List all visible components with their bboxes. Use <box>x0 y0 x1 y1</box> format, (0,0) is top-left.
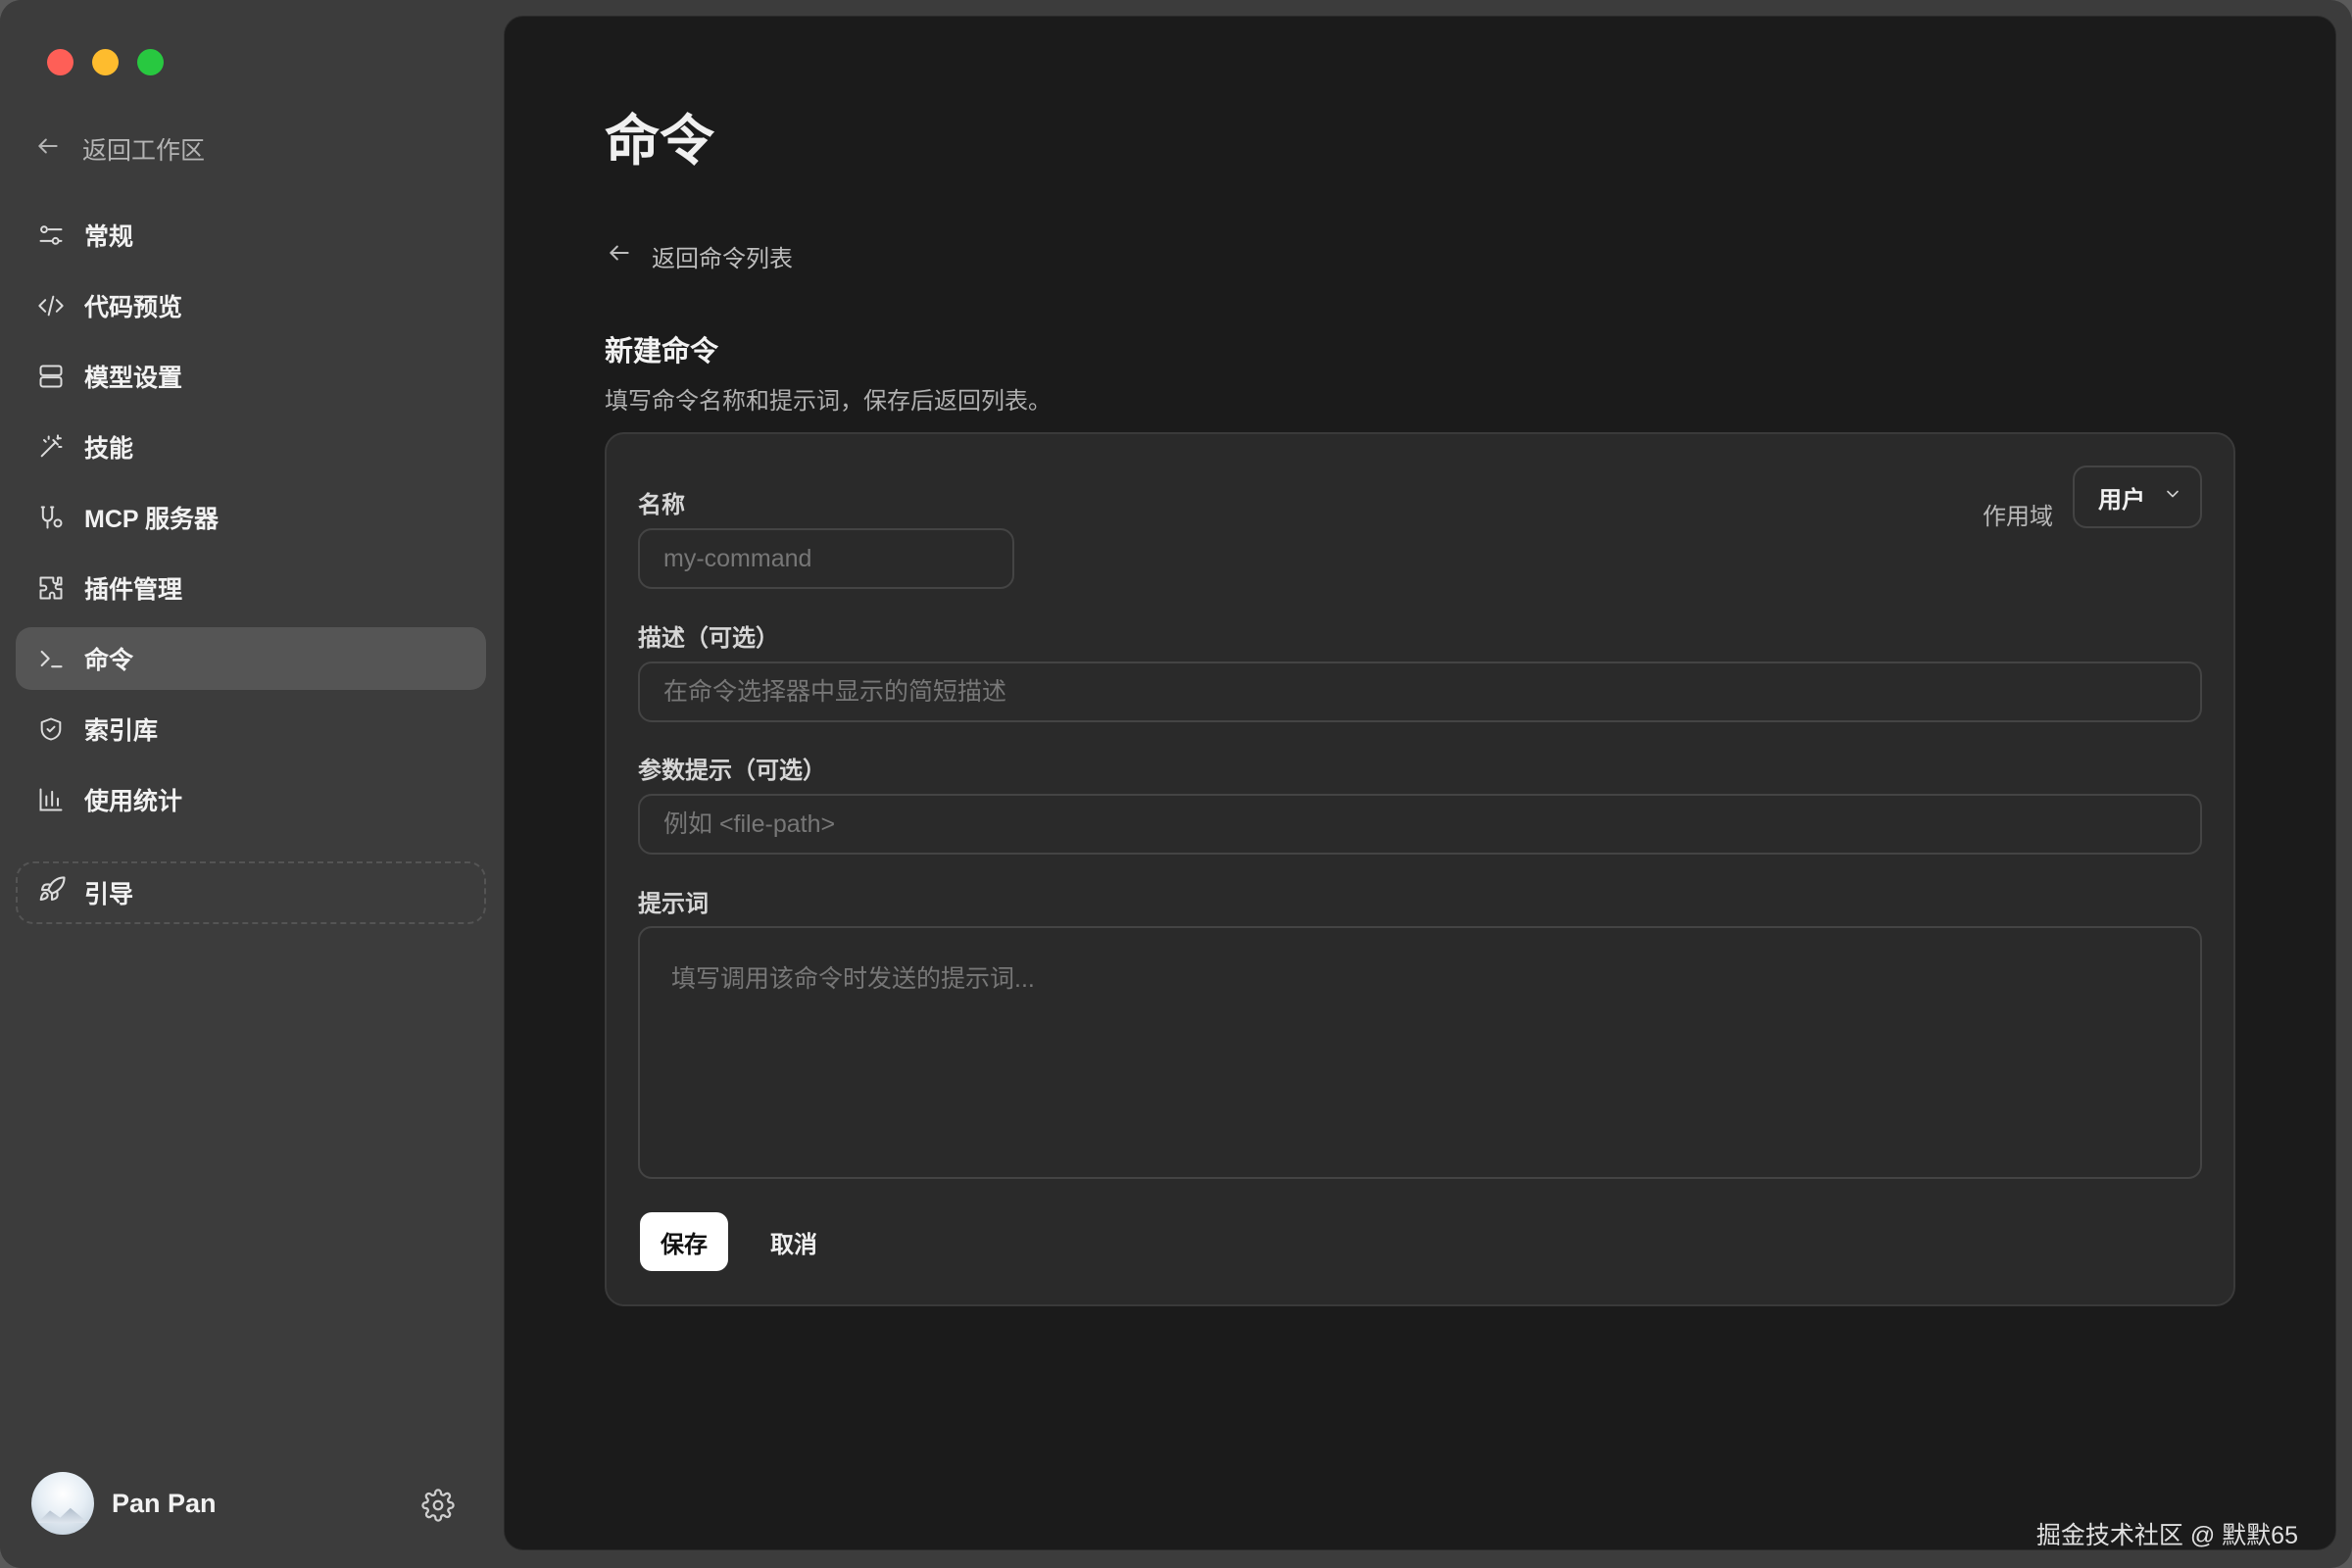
sidebar-item-label: MCP 服务器 <box>84 506 220 533</box>
sidebar-item-label: 代码预览 <box>84 294 183 321</box>
arrow-left-icon <box>607 240 632 272</box>
description-label: 描述（可选） <box>638 625 779 652</box>
avatar <box>31 1472 94 1535</box>
close-window-button[interactable] <box>47 49 74 75</box>
app-window: 返回工作区 常规 代码预览 模型设置 技能 MCP 服务器 插件管理 命令 索引… <box>0 0 2352 1568</box>
settings-button[interactable] <box>421 1489 455 1522</box>
sidebar-item-label: 技能 <box>84 435 134 463</box>
sidebar-item-general[interactable]: 常规 <box>16 204 486 267</box>
sidebar-item-label: 常规 <box>84 223 134 251</box>
sidebar-item-guide[interactable]: 引导 <box>16 861 486 924</box>
guide-label: 引导 <box>84 881 134 908</box>
chevron-down-icon <box>2163 483 2182 511</box>
minimize-window-button[interactable] <box>92 49 119 75</box>
args-hint-input[interactable] <box>638 794 2202 855</box>
new-command-form: 名称 作用域 用户 描述（可选） 参数提示（可选） 提示词 保存 取消 <box>605 432 2235 1306</box>
name-label: 名称 <box>638 492 685 518</box>
sidebar-item-label: 模型设置 <box>84 365 183 392</box>
sidebar-item-label: 插件管理 <box>84 576 183 604</box>
window-controls <box>47 49 164 75</box>
sidebar-item-label: 索引库 <box>84 717 159 745</box>
sidebar-item-skills[interactable]: 技能 <box>16 416 486 478</box>
settings-nav: 常规 代码预览 模型设置 技能 MCP 服务器 插件管理 命令 索引库 使用统计 <box>16 204 486 839</box>
user-profile[interactable]: Pan Pan <box>31 1472 217 1535</box>
bar-chart-icon <box>35 784 67 815</box>
scope-label: 作用域 <box>1983 504 2053 530</box>
prompt-textarea[interactable] <box>638 926 2202 1179</box>
code-icon <box>35 290 67 321</box>
back-to-command-list-link[interactable]: 返回命令列表 <box>607 236 793 275</box>
sidebar-item-plugins[interactable]: 插件管理 <box>16 557 486 619</box>
shield-icon <box>35 713 67 745</box>
description-input[interactable] <box>638 662 2202 722</box>
scope-select[interactable]: 用户 <box>2073 466 2202 528</box>
user-name: Pan Pan <box>112 1488 217 1518</box>
sidebar-item-usage-stats[interactable]: 使用统计 <box>16 768 486 831</box>
mcp-icon <box>35 502 67 533</box>
puzzle-icon <box>35 572 67 604</box>
rocket-icon <box>37 875 67 911</box>
sidebar-item-model-settings[interactable]: 模型设置 <box>16 345 486 408</box>
sidebar-item-code-preview[interactable]: 代码预览 <box>16 274 486 337</box>
cancel-button[interactable]: 取消 <box>750 1212 838 1271</box>
magic-wand-icon <box>35 431 67 463</box>
back-to-command-list-label: 返回命令列表 <box>652 245 793 272</box>
terminal-icon <box>35 643 67 674</box>
prompt-label: 提示词 <box>638 891 709 917</box>
back-to-workspace-label: 返回工作区 <box>82 137 206 165</box>
main-panel: 命令 返回命令列表 新建命令 填写命令名称和提示词，保存后返回列表。 名称 作用… <box>504 16 2336 1550</box>
sidebar: 返回工作区 常规 代码预览 模型设置 技能 MCP 服务器 插件管理 命令 索引… <box>0 0 504 1568</box>
scope-value: 用户 <box>2098 486 2145 514</box>
args-hint-label: 参数提示（可选） <box>638 758 826 784</box>
save-button[interactable]: 保存 <box>640 1212 728 1271</box>
sidebar-item-label: 命令 <box>84 647 134 674</box>
maximize-window-button[interactable] <box>137 49 164 75</box>
sidebar-item-mcp-servers[interactable]: MCP 服务器 <box>16 486 486 549</box>
sidebar-item-index[interactable]: 索引库 <box>16 698 486 760</box>
sliders-icon <box>35 220 67 251</box>
sidebar-item-commands[interactable]: 命令 <box>16 627 486 690</box>
sidebar-item-label: 使用统计 <box>84 788 183 815</box>
name-input[interactable] <box>638 528 1014 589</box>
gear-icon <box>421 1489 455 1526</box>
server-icon <box>35 361 67 392</box>
back-to-workspace-link[interactable]: 返回工作区 <box>35 129 205 169</box>
arrow-left-icon <box>35 133 61 166</box>
watermark: 掘金技术社区 @ 默默65 <box>2035 1522 2298 1549</box>
page-title: 命令 <box>605 110 714 172</box>
section-title: 新建命令 <box>605 336 719 368</box>
section-description: 填写命令名称和提示词，保存后返回列表。 <box>605 388 1052 415</box>
